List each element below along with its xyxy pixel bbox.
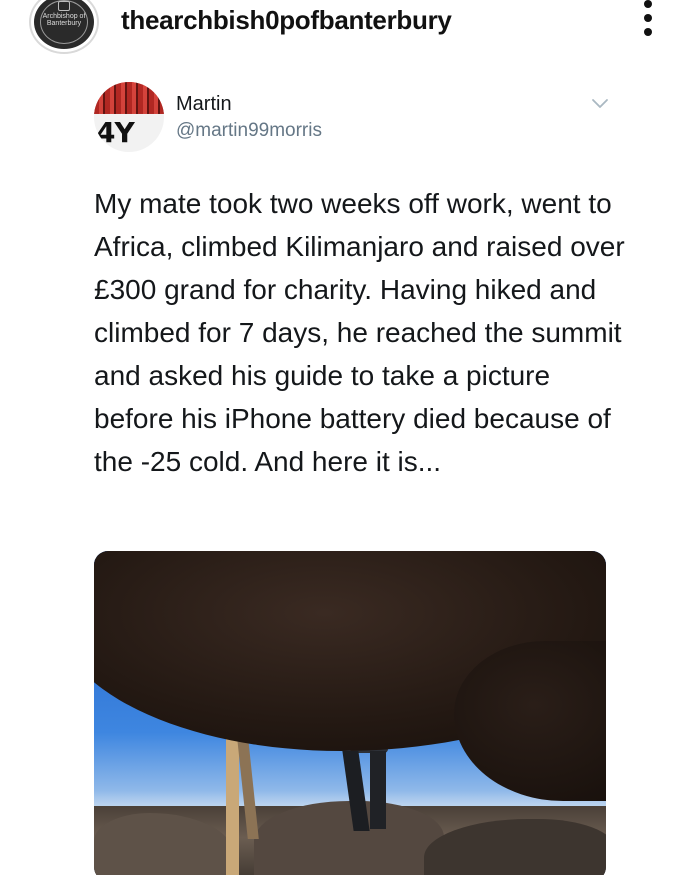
instagram-username[interactable]: thearchbish0pofbanterbury: [121, 5, 452, 36]
tweet-body-text: My mate took two weeks off work, went to…: [94, 188, 625, 477]
tweet-author-avatar[interactable]: 4Y: [94, 82, 164, 152]
avatar-number-text: 4Y: [96, 116, 135, 149]
tweet-author-handle[interactable]: @martin99morris: [176, 120, 322, 142]
instagram-profile-avatar[interactable]: Archbishop of Banterbury: [31, 0, 97, 52]
avatar-crowd-image: [94, 82, 164, 114]
avatar-crest-icon: [58, 1, 70, 11]
tweet-attached-photo[interactable]: [94, 551, 606, 875]
more-vertical-icon[interactable]: [640, 0, 658, 40]
chevron-down-icon[interactable]: [591, 97, 609, 111]
summit-sign-post: [226, 727, 239, 875]
tweet-author-name[interactable]: Martin: [176, 93, 232, 116]
avatar-logo-text: Archbishop of Banterbury: [42, 13, 86, 27]
instagram-post-header: Archbishop of Banterbury thearchbish0pof…: [0, 0, 700, 52]
